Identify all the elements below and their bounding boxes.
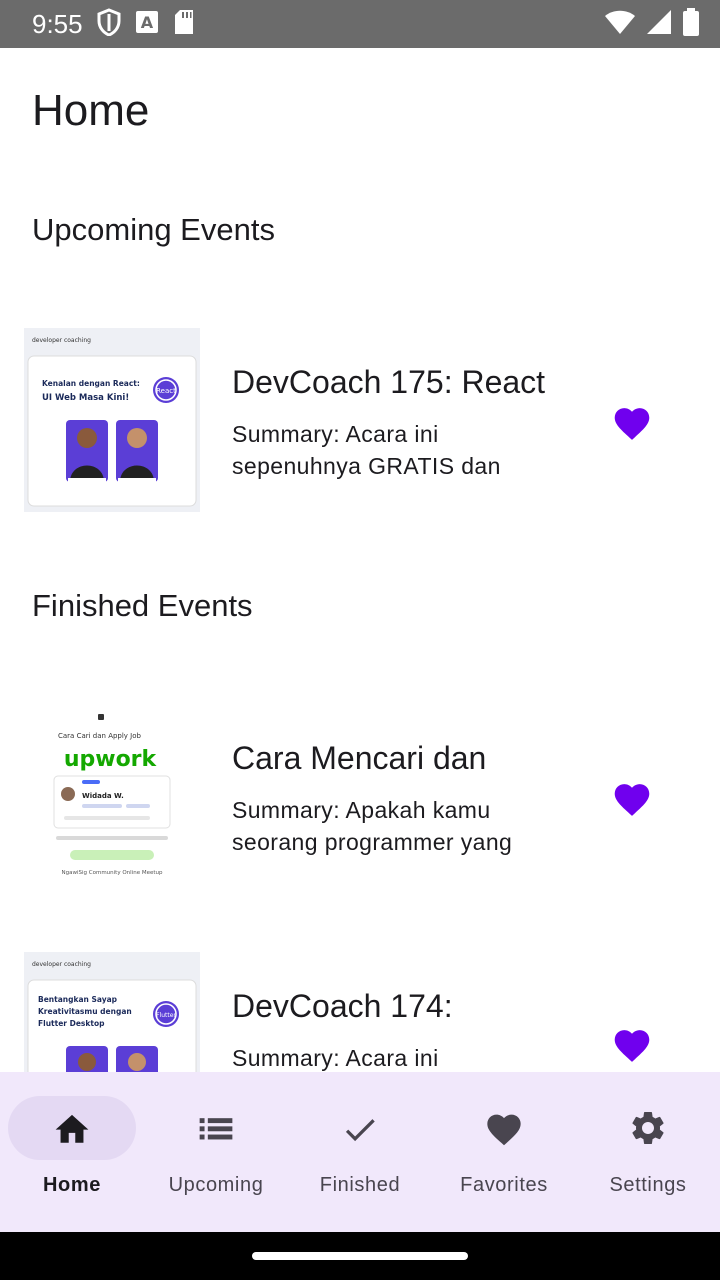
event-card[interactable]: Cara Cari dan Apply Job upwork Widada W.… [0, 704, 720, 888]
status-time: 9:55 [32, 8, 83, 39]
wifi-icon [604, 9, 636, 40]
favorite-button[interactable] [608, 398, 656, 446]
bottom-navigation: Home Upcoming Finished Favorites Setting… [0, 1072, 720, 1232]
nav-label: Home [43, 1174, 101, 1196]
check-icon [340, 1108, 380, 1148]
event-thumbnail: developer coaching React Kenalan dengan … [24, 328, 200, 512]
section-title-finished: Finished Events [32, 588, 253, 623]
section-title-upcoming: Upcoming Events [32, 212, 275, 247]
event-summary: Summary: Apakah kamu seorang programmer … [232, 797, 513, 855]
battery-icon [682, 7, 700, 41]
heart-icon [614, 1030, 650, 1062]
thumb-presenter: Widada W. [82, 792, 124, 800]
heart-icon [614, 408, 650, 440]
status-bar: 9:55 A [0, 0, 720, 48]
thumb-headline: Cara Cari dan Apply Job [58, 732, 142, 740]
svg-text:Kenalan dengan React:: Kenalan dengan React: [42, 379, 140, 388]
nav-label: Favorites [460, 1174, 548, 1196]
shield-icon [97, 7, 121, 41]
home-gesture-handle[interactable] [252, 1252, 468, 1260]
event-name: DevCoach 175: React [232, 364, 546, 400]
page-title: Home [32, 86, 150, 135]
svg-text:Bentangkan Sayap: Bentangkan Sayap [38, 995, 118, 1004]
thumb-badge: React [156, 387, 176, 395]
event-summary: Summary: Acara ini [232, 1045, 439, 1071]
event-thumbnail: developer coaching Flutter Bentangkan Sa… [24, 952, 200, 1072]
svg-text:A: A [140, 13, 153, 32]
heart-icon [614, 784, 650, 816]
heart-icon [484, 1108, 524, 1148]
gear-icon [628, 1108, 668, 1148]
nav-item-home[interactable]: Home [0, 1072, 144, 1232]
cell-signal-icon [646, 9, 672, 40]
event-summary: Summary: Acara ini sepenuhnya GRATIS dan [232, 421, 501, 479]
nav-label: Settings [609, 1174, 687, 1196]
svg-text:Flutter Desktop: Flutter Desktop [38, 1019, 105, 1028]
a-notification-icon: A [135, 10, 159, 39]
event-name: Cara Mencari dan [232, 740, 487, 776]
event-thumbnail: Cara Cari dan Apply Job upwork Widada W.… [24, 704, 200, 888]
nav-item-upcoming[interactable]: Upcoming [144, 1072, 288, 1232]
svg-text:UI Web Masa Kini!: UI Web Masa Kini! [42, 393, 129, 403]
nav-label: Upcoming [168, 1174, 264, 1196]
list-icon [196, 1108, 236, 1148]
home-icon [52, 1108, 92, 1148]
nav-label: Finished [319, 1174, 401, 1196]
favorite-button[interactable] [608, 774, 656, 822]
favorite-button[interactable] [608, 1020, 656, 1068]
nav-item-favorites[interactable]: Favorites [432, 1072, 576, 1232]
nav-item-settings[interactable]: Settings [576, 1072, 720, 1232]
sd-card-icon [173, 9, 195, 40]
thumb-badge: Flutter [156, 1012, 176, 1019]
event-card[interactable]: developer coaching React Kenalan dengan … [0, 328, 720, 512]
thumb-footer: NgawiSig Community Online Meetup [62, 870, 163, 876]
thumb-brand: developer coaching [32, 961, 91, 968]
nav-item-finished[interactable]: Finished [288, 1072, 432, 1232]
event-name: DevCoach 174: [232, 988, 453, 1024]
system-gesture-bar [0, 1232, 720, 1280]
thumb-brand: developer coaching [32, 337, 91, 344]
thumb-brand: upwork [64, 747, 158, 772]
svg-text:Kreativitasmu dengan: Kreativitasmu dengan [38, 1007, 132, 1016]
